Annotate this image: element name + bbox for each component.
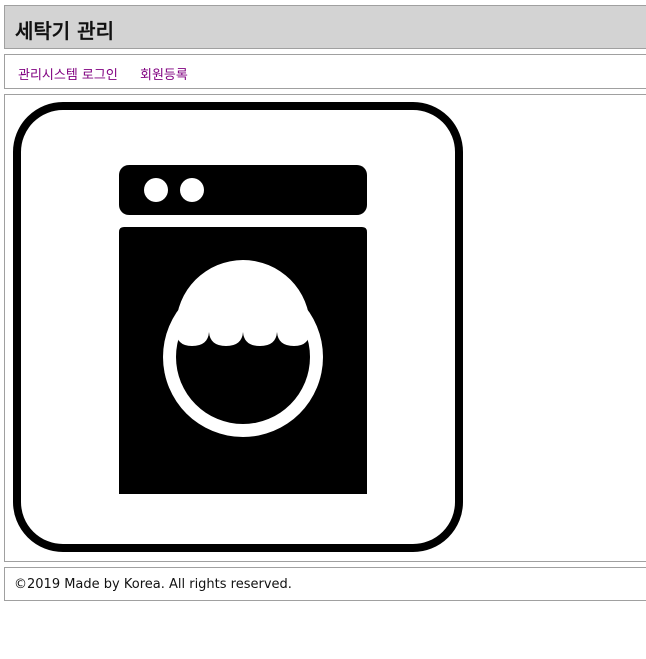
main-content [4, 94, 646, 562]
member-register-link[interactable]: 회원등록 [140, 64, 188, 83]
admin-login-link[interactable]: 관리시스템 로그인 [18, 64, 118, 83]
copyright-text: ©2019 Made by Korea. All rights reserved… [14, 577, 292, 592]
page-title: 세탁기 관리 [15, 19, 114, 43]
footer-bar: ©2019 Made by Korea. All rights reserved… [4, 567, 646, 601]
nav-bar: 관리시스템 로그인 회원등록 [4, 54, 646, 89]
washing-machine-icon [13, 102, 463, 552]
header-bar: 세탁기 관리 [4, 5, 646, 49]
